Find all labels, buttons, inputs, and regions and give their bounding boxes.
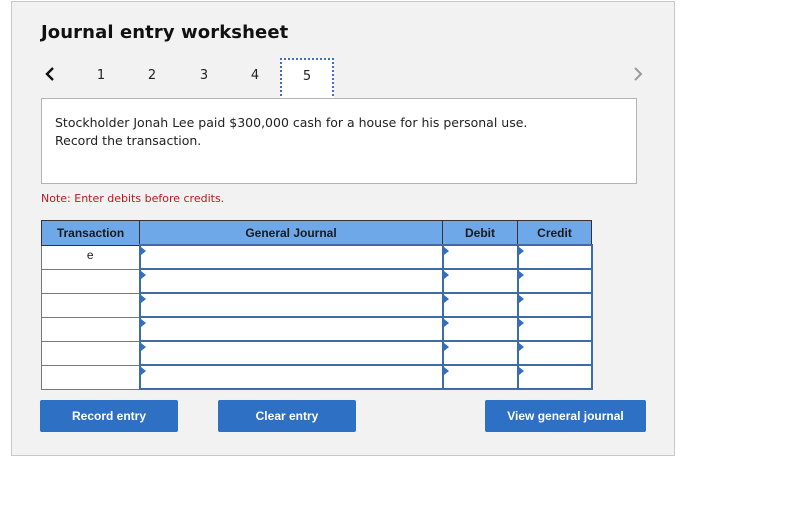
table-row	[41, 316, 593, 342]
credit-cell	[516, 340, 593, 366]
worksheet-title: Journal entry worksheet	[41, 22, 289, 43]
input-marker-icon	[518, 271, 524, 279]
transaction-cell	[41, 364, 140, 390]
credit-input[interactable]	[518, 271, 591, 291]
debit-input[interactable]	[443, 343, 517, 363]
input-marker-icon	[443, 295, 449, 303]
debit-cell	[441, 244, 519, 270]
input-marker-icon	[443, 247, 449, 255]
prev-button[interactable]	[42, 64, 58, 84]
account-input[interactable]	[140, 247, 442, 267]
header-transaction: Transaction	[41, 220, 140, 246]
credit-input[interactable]	[518, 319, 591, 339]
note-text: Note: Enter debits before credits.	[41, 192, 225, 205]
debit-cell	[441, 316, 519, 342]
table-header-row: Transaction General Journal Debit Credit	[41, 220, 592, 246]
input-marker-icon	[140, 295, 146, 303]
credit-input[interactable]	[518, 295, 591, 315]
account-cell	[138, 268, 444, 294]
header-general-journal: General Journal	[139, 220, 443, 246]
credit-cell	[516, 292, 593, 318]
credit-cell	[516, 316, 593, 342]
account-cell	[138, 316, 444, 342]
debit-cell	[441, 292, 519, 318]
input-marker-icon	[443, 343, 449, 351]
input-marker-icon	[140, 343, 146, 351]
transaction-cell	[41, 340, 140, 366]
account-input[interactable]	[140, 367, 442, 387]
account-cell	[138, 364, 444, 390]
input-marker-icon	[518, 247, 524, 255]
debit-cell	[441, 340, 519, 366]
input-marker-icon	[443, 319, 449, 327]
table-row	[41, 340, 593, 366]
credit-cell	[516, 244, 593, 270]
debit-input[interactable]	[443, 271, 517, 291]
next-button[interactable]	[630, 64, 646, 84]
journal-entry-worksheet-panel: Journal entry worksheet 1 2 3 4 5 Stockh…	[11, 1, 675, 456]
input-marker-icon	[518, 367, 524, 375]
chevron-right-icon	[634, 67, 643, 81]
clear-entry-button[interactable]: Clear entry	[218, 400, 356, 432]
tab-3[interactable]: 3	[180, 61, 228, 101]
tab-5-active[interactable]: 5	[280, 58, 334, 100]
tab-4[interactable]: 4	[231, 61, 279, 101]
account-input[interactable]	[140, 295, 442, 315]
account-cell	[138, 292, 444, 318]
input-marker-icon	[140, 271, 146, 279]
input-marker-icon	[443, 367, 449, 375]
input-marker-icon	[140, 247, 146, 255]
debit-input[interactable]	[443, 295, 517, 315]
input-marker-icon	[443, 271, 449, 279]
debit-input[interactable]	[443, 247, 517, 267]
transaction-cell: e	[41, 244, 140, 270]
input-marker-icon	[140, 367, 146, 375]
account-input[interactable]	[140, 343, 442, 363]
transaction-cell	[41, 292, 140, 318]
credit-input[interactable]	[518, 343, 591, 363]
input-marker-icon	[518, 295, 524, 303]
view-general-journal-button[interactable]: View general journal	[485, 400, 646, 432]
debit-cell	[441, 268, 519, 294]
tab-2[interactable]: 2	[128, 61, 176, 101]
header-debit: Debit	[442, 220, 518, 246]
debit-cell	[441, 364, 519, 390]
transaction-cell	[41, 316, 140, 342]
question-box: Stockholder Jonah Lee paid $300,000 cash…	[41, 98, 637, 184]
account-input[interactable]	[140, 271, 442, 291]
table-row: e	[41, 244, 593, 270]
record-entry-button[interactable]: Record entry	[40, 400, 178, 432]
input-marker-icon	[518, 343, 524, 351]
question-instruction: Record the transaction.	[55, 133, 202, 148]
credit-input[interactable]	[518, 367, 591, 387]
tab-1[interactable]: 1	[77, 61, 125, 101]
input-marker-icon	[140, 319, 146, 327]
transaction-cell	[41, 268, 140, 294]
table-row	[41, 364, 593, 390]
debit-input[interactable]	[443, 367, 517, 387]
input-marker-icon	[518, 319, 524, 327]
account-cell	[138, 244, 444, 270]
header-credit: Credit	[517, 220, 592, 246]
credit-input[interactable]	[518, 247, 591, 267]
credit-cell	[516, 364, 593, 390]
table-row	[41, 268, 593, 294]
account-cell	[138, 340, 444, 366]
chevron-left-icon	[45, 67, 54, 81]
credit-cell	[516, 268, 593, 294]
debit-input[interactable]	[443, 319, 517, 339]
account-input[interactable]	[140, 319, 442, 339]
table-row	[41, 292, 593, 318]
question-text: Stockholder Jonah Lee paid $300,000 cash…	[55, 115, 528, 130]
journal-table: Transaction General Journal Debit Credit…	[41, 220, 593, 390]
